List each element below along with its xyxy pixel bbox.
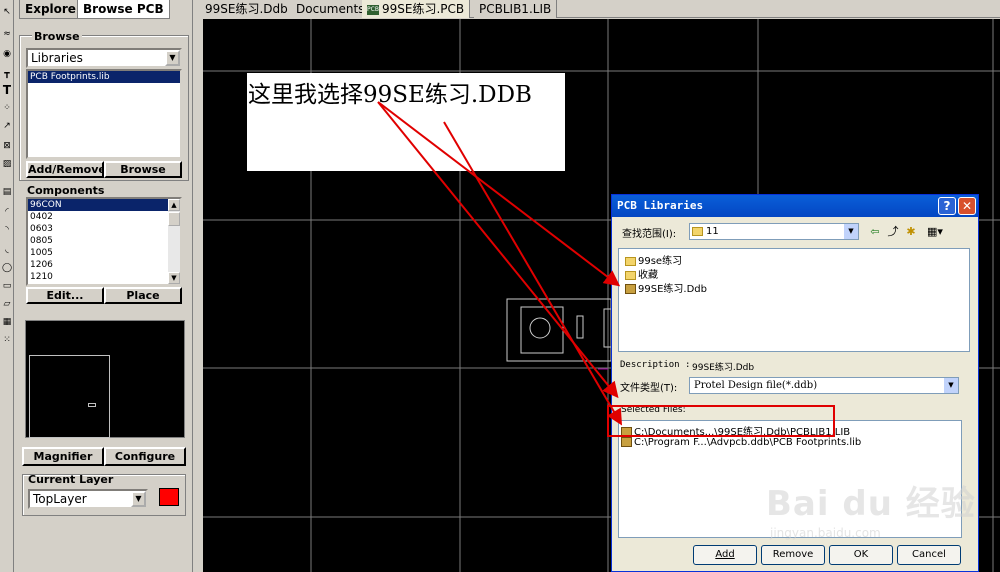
watermark-url: jingyan.baidu.com xyxy=(770,526,881,540)
arrow-to-ddb-file xyxy=(377,101,621,287)
watermark: Bai du 经验 jingyan.baidu.com xyxy=(760,470,975,560)
arrow-to-selected-box xyxy=(443,121,623,426)
arrow-to-selected-file xyxy=(377,101,619,399)
watermark-brand: Bai du 经验 xyxy=(766,484,976,524)
